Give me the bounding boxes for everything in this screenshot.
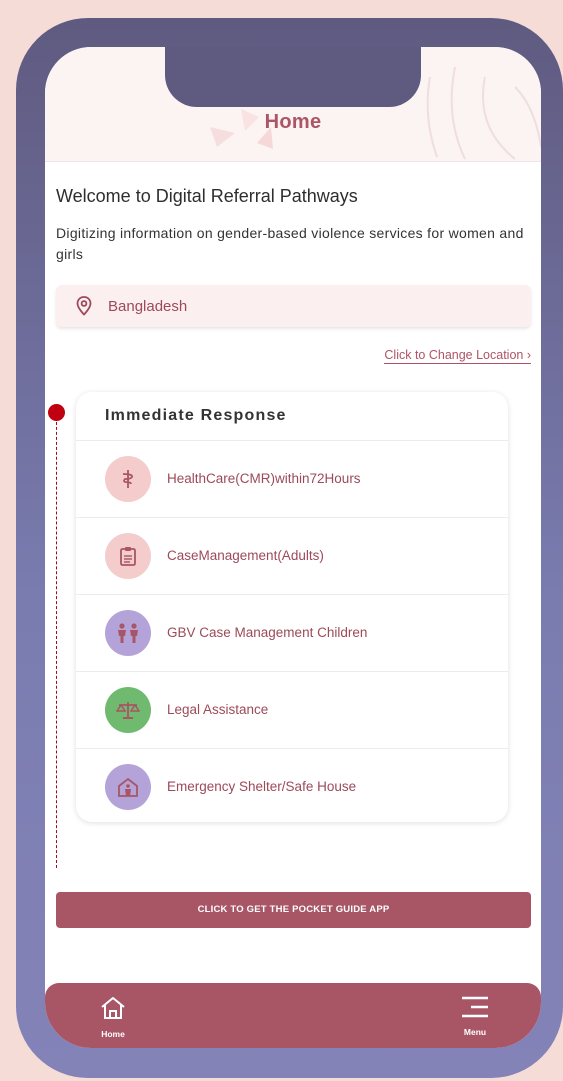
scales-icon bbox=[105, 687, 151, 733]
pocket-guide-button[interactable]: CLICK TO GET THE POCKET GUIDE APP bbox=[56, 892, 531, 928]
service-label: Legal Assistance bbox=[167, 702, 269, 717]
service-label: Emergency Shelter/Safe House bbox=[167, 779, 357, 794]
location-pin-icon bbox=[76, 296, 92, 316]
page-title: Home bbox=[264, 111, 322, 133]
service-item-healthcare[interactable]: HealthCare(CMR)within72Hours bbox=[76, 441, 508, 518]
phone-frame: Home Welcome to Digital Referral Pathway… bbox=[16, 18, 563, 1078]
service-label: CaseManagement(Adults) bbox=[167, 548, 324, 563]
card-title: Immediate Response bbox=[105, 407, 287, 424]
timeline-dot bbox=[48, 404, 65, 421]
nav-menu-label: Menu bbox=[463, 1027, 487, 1037]
menu-icon bbox=[462, 996, 488, 1018]
phone-notch bbox=[165, 47, 421, 107]
caduceus-icon bbox=[105, 456, 151, 502]
service-item-case-management-adults[interactable]: CaseManagement(Adults) bbox=[76, 518, 508, 595]
timeline-line bbox=[56, 412, 57, 868]
location-selector[interactable]: Bangladesh bbox=[56, 285, 531, 327]
service-label: HealthCare(CMR)within72Hours bbox=[167, 471, 361, 486]
children-icon bbox=[105, 610, 151, 656]
nav-menu-button[interactable]: Menu bbox=[457, 995, 493, 1037]
nav-home-button[interactable]: Home bbox=[95, 995, 131, 1039]
service-item-emergency-shelter[interactable]: Emergency Shelter/Safe House bbox=[76, 749, 508, 825]
change-location-link[interactable]: Click to Change Location › bbox=[384, 348, 531, 364]
home-icon bbox=[101, 997, 125, 1019]
shelter-icon bbox=[105, 764, 151, 810]
nav-home-label: Home bbox=[101, 1029, 125, 1039]
welcome-heading: Welcome to Digital Referral Pathways bbox=[56, 186, 358, 206]
bottom-nav: Home Menu bbox=[45, 983, 541, 1048]
service-item-legal-assistance[interactable]: Legal Assistance bbox=[76, 672, 508, 749]
location-country: Bangladesh bbox=[108, 298, 188, 315]
clipboard-icon bbox=[105, 533, 151, 579]
immediate-response-card: Immediate Response HealthCare(CMR)within… bbox=[76, 392, 508, 822]
service-label: GBV Case Management Children bbox=[167, 625, 368, 640]
app-screen: Home Welcome to Digital Referral Pathway… bbox=[45, 47, 541, 1048]
welcome-subtitle: Digitizing information on gender-based v… bbox=[56, 225, 524, 262]
service-item-gbv-children[interactable]: GBV Case Management Children bbox=[76, 595, 508, 672]
